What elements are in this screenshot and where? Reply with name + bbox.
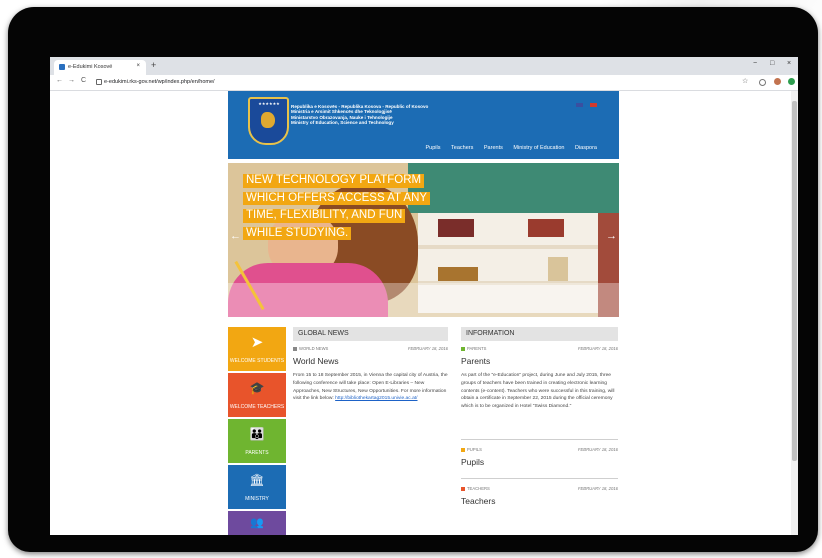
info-category[interactable]: TEACHERS [467, 486, 490, 491]
divider [461, 478, 618, 479]
info-title[interactable]: Pupils [461, 457, 484, 467]
nav-teachers[interactable]: Teachers [451, 145, 473, 151]
global-news-heading: GLOBAL NEWS [293, 327, 448, 341]
family-icon: 👪 [249, 427, 265, 441]
quick-links: ➤ WELCOME STUDENTS 🎓 WELCOME TEACHERS 👪 … [228, 327, 286, 535]
ministry-title: Republika e Kosovës - Republika Kosova -… [291, 104, 428, 126]
category-square-icon [461, 447, 465, 452]
close-window-button[interactable]: × [787, 60, 791, 67]
group-icon: 👥 [250, 517, 264, 529]
lock-icon [96, 79, 102, 85]
category-square-icon [461, 346, 465, 351]
hero-line: WHILE STUDYING. [243, 226, 352, 240]
tile-label: PARENTS [245, 450, 269, 456]
info-body: As part of the "e-Education" project, du… [461, 373, 615, 410]
tile-label: MINISTRY [245, 496, 269, 502]
emblem-stars: ★★★★★★ [258, 101, 280, 106]
category-square-icon [461, 486, 465, 491]
news-title[interactable]: World News [293, 356, 339, 366]
global-news-column: GLOBAL NEWS WORLD NEWS FEBRUARY 18, 2016… [293, 327, 448, 447]
profile-avatar-icon[interactable] [774, 78, 781, 85]
news-meta: WORLD NEWS FEBRUARY 18, 2016 [293, 346, 448, 351]
browser-tab[interactable]: e-Edukimi Kosovë × [54, 60, 146, 75]
flag-al-icon[interactable] [590, 103, 597, 107]
hero-slider: NEW TECHNOLOGY PLATFORM WHICH OFFERS ACC… [228, 163, 619, 317]
minimize-button[interactable]: − [753, 60, 757, 67]
slider-next-arrow-icon[interactable]: → [606, 229, 617, 244]
chalkboard-image [408, 163, 619, 213]
information-heading: INFORMATION [461, 327, 618, 341]
info-meta: PARENTS FEBRUARY 18, 2016 [461, 346, 618, 351]
maximize-button[interactable]: □ [770, 60, 774, 67]
info-meta: TEACHERS FEBRUARY 18, 2016 [461, 486, 618, 491]
graduation-cap-icon: 🎓 [249, 381, 265, 395]
tile-parents[interactable]: 👪 PARENTS [228, 419, 286, 463]
books-image [528, 219, 564, 237]
divider [461, 439, 618, 440]
address-bar: ← → C e-edukimi.rks-gov.net/wp/index.php… [50, 75, 798, 91]
language-flags [573, 94, 597, 112]
slider-prev-arrow-icon[interactable]: ← [230, 229, 241, 244]
browser-window: e-Edukimi Kosovë × + − □ × ← → C e-eduki… [50, 57, 798, 535]
kosovo-map-icon [261, 112, 275, 128]
main-nav: Pupils Teachers Parents Ministry of Educ… [417, 145, 597, 151]
information-column: INFORMATION PARENTS FEBRUARY 18, 2016 Pa… [461, 327, 618, 535]
paper-plane-icon: ➤ [250, 334, 264, 351]
url-field[interactable]: e-edukimi.rks-gov.net/wp/index.php/en/ho… [104, 79, 215, 85]
forward-button[interactable]: → [68, 77, 75, 84]
kosovo-emblem-icon[interactable]: ★★★★★★ [248, 97, 289, 145]
news-date: FEBRUARY 18, 2016 [407, 346, 448, 351]
info-title[interactable]: Parents [461, 356, 490, 366]
tile-diaspora[interactable]: 👥 [228, 511, 286, 535]
tab-close-icon[interactable]: × [136, 63, 140, 69]
info-category[interactable]: PUPILS [467, 447, 482, 452]
paper-image [228, 283, 619, 317]
website: ★★★★★★ Republika e Kosovës - Republika K… [228, 91, 619, 535]
tile-label: WELCOME STUDENTS [229, 358, 285, 364]
nav-pupils[interactable]: Pupils [426, 145, 441, 151]
info-date: FEBRUARY 18, 2016 [577, 346, 618, 351]
info-category[interactable]: PARENTS [467, 346, 486, 351]
menu-icon[interactable] [788, 78, 795, 85]
tab-title: e-Edukimi Kosovë [68, 64, 113, 70]
reload-button[interactable]: C [81, 77, 86, 84]
nav-parents[interactable]: Parents [484, 145, 503, 151]
new-tab-button[interactable]: + [151, 60, 156, 70]
books-image [548, 257, 568, 281]
bookmark-star-icon[interactable]: ☆ [742, 77, 748, 85]
hero-line: WHICH OFFERS ACCESS AT ANY [243, 191, 431, 205]
category-square-icon [293, 346, 297, 351]
scrollbar-thumb[interactable] [792, 101, 797, 461]
building-icon: 🏛 [249, 473, 265, 487]
site-header: ★★★★★★ Republika e Kosovës - Republika K… [228, 91, 619, 159]
favicon-icon [59, 64, 65, 70]
laptop-frame: e-Edukimi Kosovë × + − □ × ← → C e-eduki… [8, 7, 818, 552]
books-image [438, 219, 474, 237]
hero-caption: NEW TECHNOLOGY PLATFORM WHICH OFFERS ACC… [243, 174, 431, 244]
tile-label: WELCOME TEACHERS [229, 404, 285, 410]
news-category[interactable]: WORLD NEWS [299, 346, 328, 351]
tile-welcome-teachers[interactable]: 🎓 WELCOME TEACHERS [228, 373, 286, 417]
extension-icon[interactable] [759, 79, 766, 86]
nav-ministry[interactable]: Ministry of Education [513, 145, 564, 151]
hero-line: NEW TECHNOLOGY PLATFORM [243, 174, 425, 188]
news-body: From 15 to 18 September 2015, in Vienna … [293, 372, 448, 403]
toy-train-image [438, 267, 478, 281]
info-date: FEBRUARY 18, 2016 [577, 447, 618, 452]
tab-bar: e-Edukimi Kosovë × + − □ × [50, 57, 798, 75]
back-button[interactable]: ← [56, 77, 63, 84]
hero-line: TIME, FLEXIBILITY, AND FUN [243, 209, 406, 223]
tile-ministry[interactable]: 🏛 MINISTRY [228, 465, 286, 509]
info-date: FEBRUARY 18, 2016 [577, 486, 618, 491]
header-line: Ministry of Education, Science and Techn… [291, 120, 394, 126]
flag-en-icon[interactable] [575, 103, 583, 107]
nav-diaspora[interactable]: Diaspora [575, 145, 597, 151]
shelf-board [418, 245, 598, 249]
news-link[interactable]: http://bibliothekartag2015.univie.ac.at/ [335, 396, 417, 401]
info-meta: PUPILS FEBRUARY 18, 2016 [461, 447, 618, 452]
tile-welcome-students[interactable]: ➤ WELCOME STUDENTS [228, 327, 286, 371]
info-title[interactable]: Teachers [461, 496, 496, 506]
